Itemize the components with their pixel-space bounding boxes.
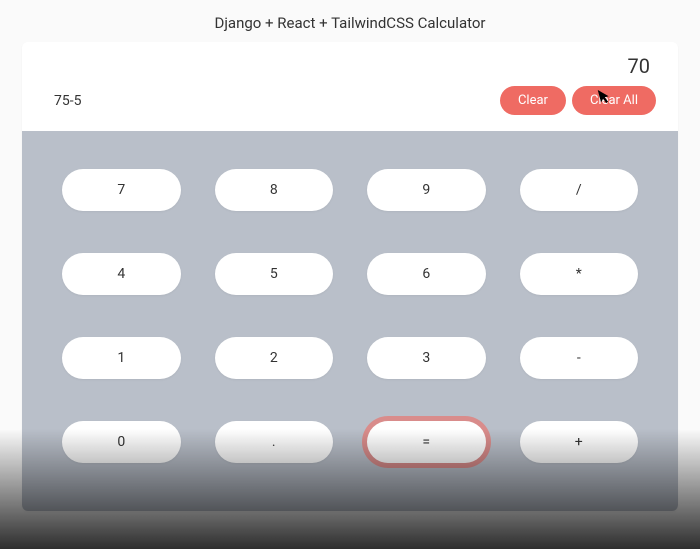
calculator-container: 70 75-5 Clear Clear All 7 8 9 / 4 5 6 * … <box>22 42 678 511</box>
key-divide[interactable]: / <box>520 169 639 211</box>
key-8[interactable]: 8 <box>215 169 334 211</box>
key-plus[interactable]: + <box>520 421 639 463</box>
page-title: Django + React + TailwindCSS Calculator <box>0 0 700 42</box>
key-6[interactable]: 6 <box>367 253 486 295</box>
clear-button[interactable]: Clear <box>500 86 566 115</box>
key-5[interactable]: 5 <box>215 253 334 295</box>
key-3[interactable]: 3 <box>367 337 486 379</box>
key-dot[interactable]: . <box>215 421 334 463</box>
input-row: 75-5 Clear Clear All <box>44 86 656 115</box>
key-2[interactable]: 2 <box>215 337 334 379</box>
display-panel: 70 75-5 Clear Clear All <box>22 42 678 131</box>
key-9[interactable]: 9 <box>367 169 486 211</box>
keypad: 7 8 9 / 4 5 6 * 1 2 3 - 0 . = + <box>22 131 678 511</box>
expression-value: 75-5 <box>44 93 81 109</box>
action-buttons: Clear Clear All <box>500 86 656 115</box>
clear-all-button[interactable]: Clear All <box>572 86 656 115</box>
key-multiply[interactable]: * <box>520 253 639 295</box>
key-7[interactable]: 7 <box>62 169 181 211</box>
result-value: 70 <box>44 54 656 78</box>
key-1[interactable]: 1 <box>62 337 181 379</box>
key-0[interactable]: 0 <box>62 421 181 463</box>
key-minus[interactable]: - <box>520 337 639 379</box>
key-equals[interactable]: = <box>367 421 486 463</box>
key-4[interactable]: 4 <box>62 253 181 295</box>
